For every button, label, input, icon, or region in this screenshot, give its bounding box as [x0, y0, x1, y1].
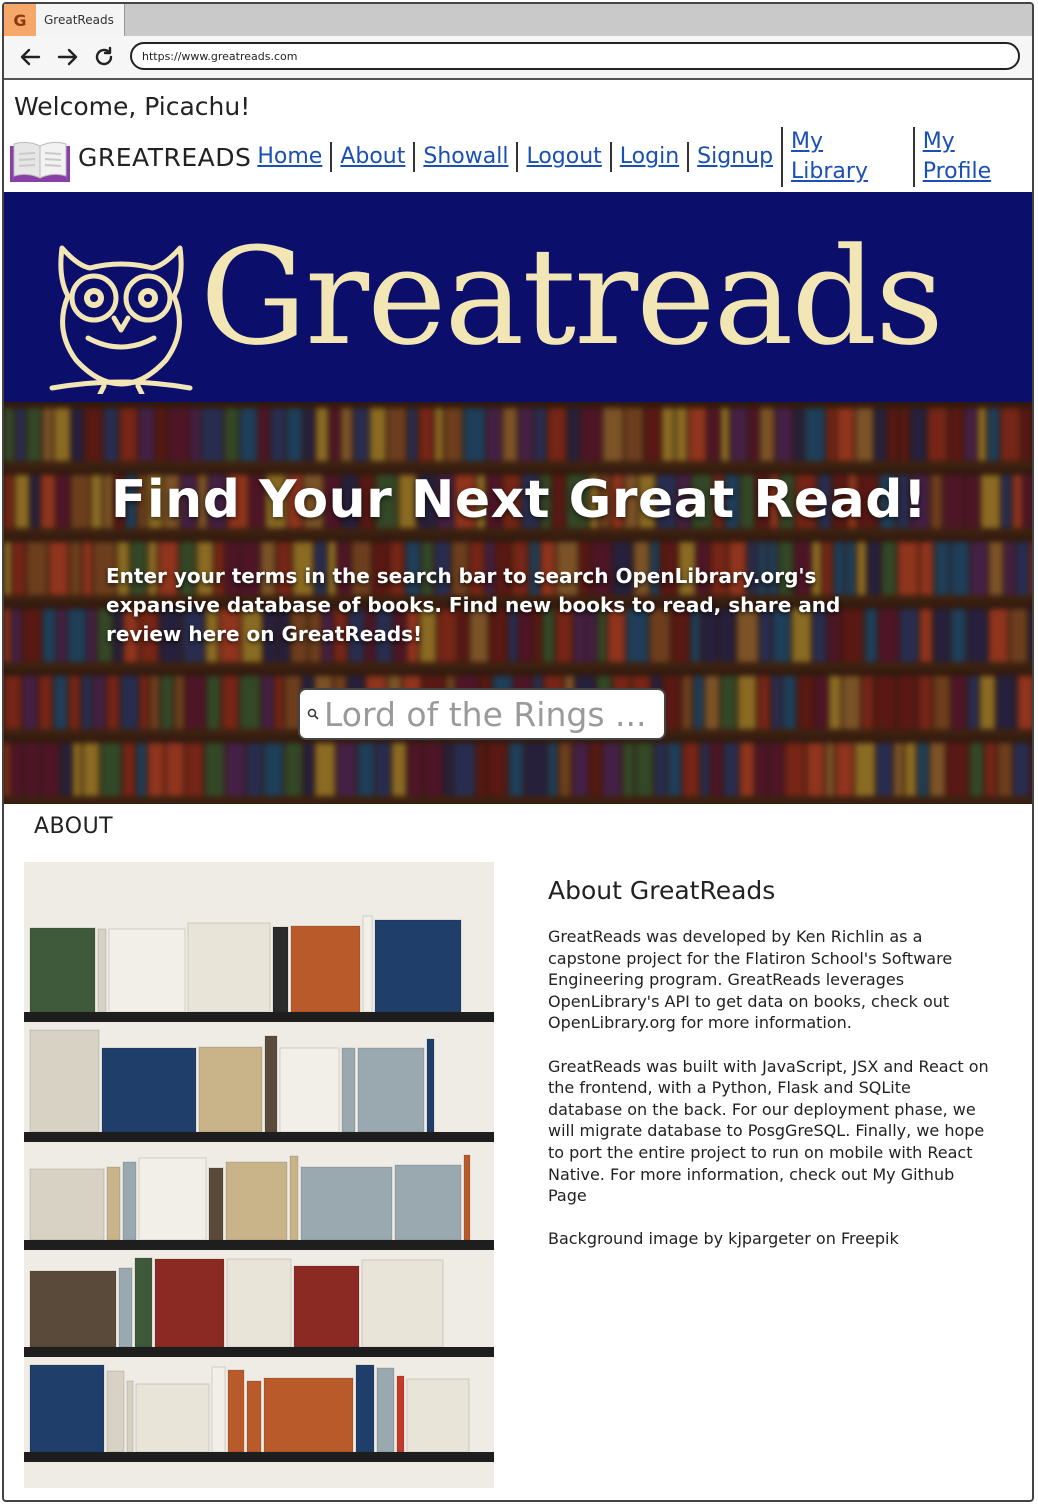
bookshelf-photo	[24, 862, 494, 1488]
nav-link-logout[interactable]: Logout	[516, 142, 609, 172]
about-credit: Background image by kjpargeter on Freepi…	[548, 1229, 899, 1249]
nav-link-showall[interactable]: Showall	[413, 142, 516, 172]
address-bar[interactable]: https://www.greatreads.com	[130, 42, 1020, 70]
brand-name: GREATREADS	[78, 142, 252, 172]
about-paragraph: GreatReads was built with JavaScript, JS…	[548, 1056, 989, 1206]
hero-title: Find Your Next Great Read!	[110, 470, 928, 530]
about-paragraph: GreatReads was developed by Ken Richlin …	[548, 927, 953, 1033]
nav-link-login[interactable]: Login	[609, 142, 687, 172]
search-icon	[304, 705, 322, 723]
nav-link-my-profile[interactable]: My Profile	[912, 127, 1032, 187]
hero-description: Enter your terms in the search bar to se…	[106, 564, 841, 646]
forward-arrow-icon[interactable]	[54, 43, 82, 71]
about-title: About GreatReads	[548, 876, 776, 905]
reload-icon[interactable]	[90, 43, 118, 71]
browser-window: G GreatReads https://www.greatreads.com …	[2, 2, 1034, 1502]
back-arrow-icon[interactable]	[16, 43, 44, 71]
nav-links: Home About Showall Logout Login Signup M…	[257, 127, 1032, 187]
nav-link-home[interactable]: Home	[257, 142, 330, 172]
address-bar-url: https://www.greatreads.com	[142, 49, 298, 63]
browser-toolbar: https://www.greatreads.com	[4, 36, 1032, 80]
nav-link-my-library[interactable]: My Library	[781, 127, 913, 187]
site-nav: GREATREADS Home About Showall Logout Log…	[10, 127, 1032, 187]
search-box[interactable]	[298, 688, 666, 740]
about-section-heading: ABOUT	[34, 814, 114, 839]
book-logo-icon	[10, 140, 70, 182]
banner-logo-text: Greatreads	[200, 219, 944, 375]
about-body: GreatReads was developed by Ken Richlin …	[548, 926, 990, 1272]
logo-banner: Greatreads	[4, 192, 1032, 402]
owl-logo-icon	[48, 238, 194, 398]
nav-link-about[interactable]: About	[330, 142, 413, 172]
tab-title: GreatReads	[44, 13, 114, 27]
tab-bar: G GreatReads	[4, 4, 1032, 36]
nav-link-signup[interactable]: Signup	[687, 142, 781, 172]
welcome-message: Welcome, Picachu!	[14, 92, 251, 121]
favicon-icon: G	[4, 4, 36, 36]
hero-section: Find Your Next Great Read! Enter your te…	[4, 402, 1032, 804]
search-input[interactable]	[322, 694, 664, 734]
browser-tab[interactable]: G GreatReads	[4, 4, 125, 36]
